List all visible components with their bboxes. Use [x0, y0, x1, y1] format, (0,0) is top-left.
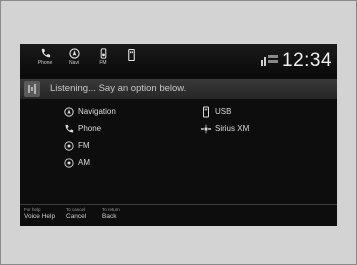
- cancel-command: Cancel: [66, 213, 87, 220]
- phone-button[interactable]: Phone: [34, 48, 56, 72]
- usb-icon: [127, 48, 135, 62]
- navigation-icon: [68, 48, 80, 59]
- audio-display-screen: Phone Navi FM 12:34 Listening... Say an …: [20, 44, 337, 226]
- option-fm-label: FM: [78, 141, 90, 150]
- option-am[interactable]: AM: [64, 158, 90, 168]
- clock: 12:34: [282, 50, 333, 71]
- radio-icon: [64, 158, 74, 168]
- back-command: Back: [102, 213, 117, 220]
- voice-icon: [24, 81, 40, 97]
- voice-prompt-bar: Listening... Say an option below.: [20, 79, 337, 99]
- option-sirius-xm-label: Sirius XM: [215, 124, 250, 133]
- navigation-icon: [64, 107, 74, 117]
- usb-icon: [201, 106, 211, 118]
- option-usb-label: USB: [215, 107, 232, 116]
- satellite-icon: [201, 124, 211, 134]
- back-hint: To return Back: [102, 207, 120, 221]
- manual-figure-frame: Phone Navi FM 12:34 Listening... Say an …: [0, 0, 357, 265]
- option-phone-label: Phone: [78, 124, 102, 133]
- phone-icon: [64, 124, 74, 134]
- voice-prompt-text: Listening... Say an option below.: [50, 83, 187, 94]
- option-phone[interactable]: Phone: [64, 124, 101, 134]
- phone-button-label: Phone: [37, 60, 53, 66]
- option-navigation-label: Navigation: [78, 107, 116, 116]
- cancel-hint: To cancel Cancel: [66, 207, 86, 221]
- radio-icon: [64, 141, 74, 151]
- option-am-label: AM: [78, 158, 90, 167]
- audio-button-label: FM: [99, 60, 107, 66]
- voice-help-hint: For help Voice Help: [24, 207, 55, 221]
- navi-button[interactable]: Navi: [63, 48, 85, 72]
- usb-button[interactable]: [120, 48, 142, 72]
- option-fm[interactable]: FM: [64, 141, 90, 151]
- phone-icon: [41, 48, 50, 58]
- option-navigation[interactable]: Navigation: [64, 107, 116, 117]
- option-usb[interactable]: USB: [201, 106, 232, 118]
- signal-strength-icon: [261, 55, 278, 66]
- option-sirius-xm[interactable]: Sirius XM: [201, 124, 249, 134]
- navi-button-label: Navi: [68, 60, 79, 66]
- audio-button[interactable]: FM: [92, 48, 114, 72]
- footer-divider: [20, 204, 337, 205]
- voice-help-command: Voice Help: [24, 213, 56, 220]
- status-bar: Phone Navi FM 12:34: [20, 44, 337, 76]
- audio-icon: [100, 48, 106, 59]
